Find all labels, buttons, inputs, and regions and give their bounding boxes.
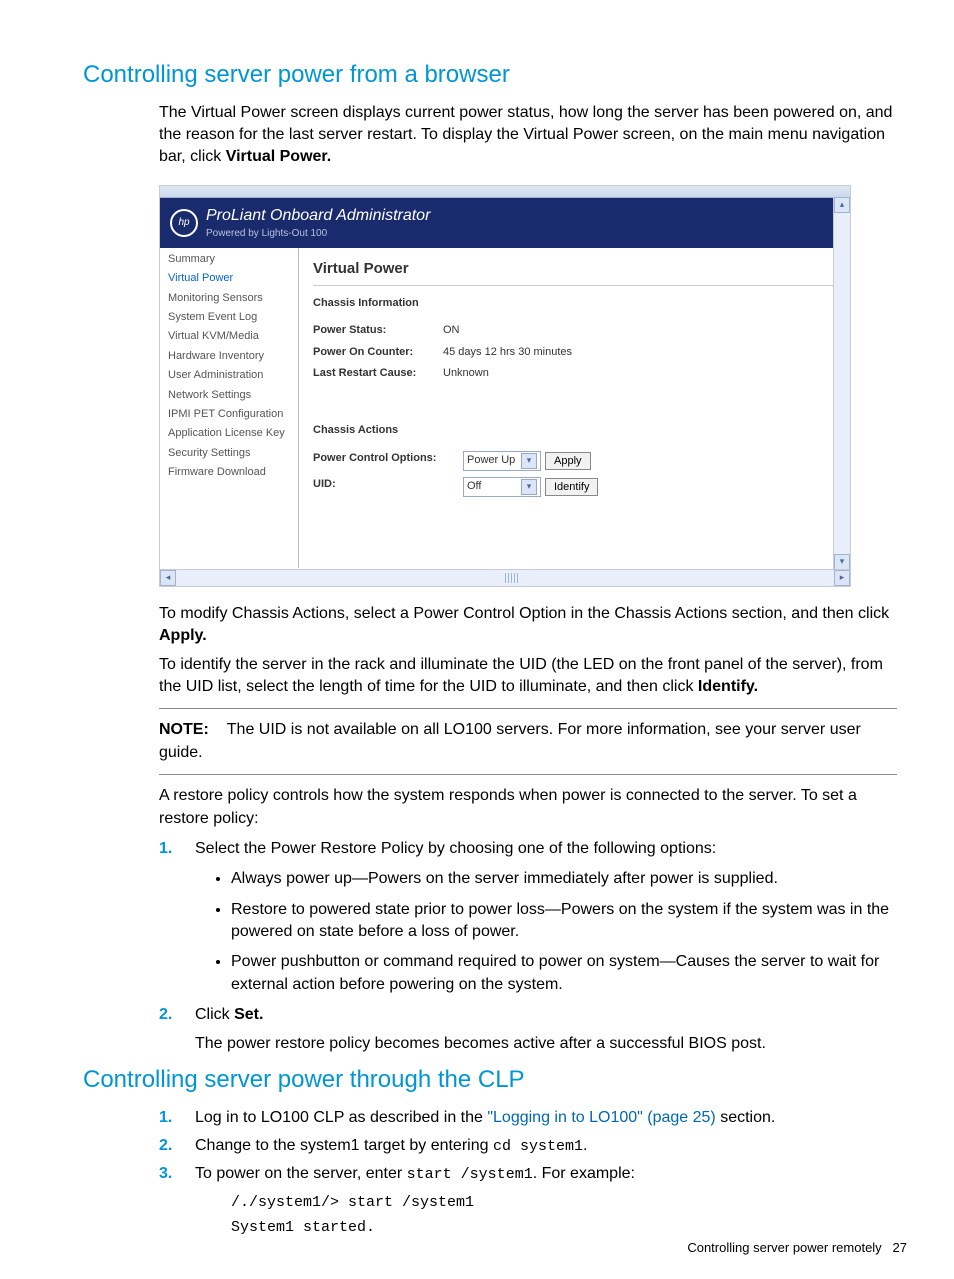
text: Change to the system1 target by entering — [195, 1137, 493, 1154]
value-power-on-counter: 45 days 12 hrs 30 minutes — [443, 345, 572, 360]
chevron-down-icon: ▾ — [521, 453, 537, 469]
intro-bold: Virtual Power. — [226, 148, 332, 165]
heading-clp: Controlling server power through the CLP — [83, 1063, 907, 1097]
code-line-1: /./system1/> start /system1 — [231, 1190, 897, 1216]
code-block: /./system1/> start /system1 System1 star… — [231, 1190, 897, 1241]
section-chassis-info: Chassis Information — [313, 296, 836, 311]
restore-intro: A restore policy controls how the system… — [159, 785, 897, 830]
row-power-control: Power Control Options: Power Up ▾ Apply — [313, 451, 836, 471]
horizontal-scrollbar[interactable]: ◂ ▸ — [160, 569, 850, 586]
para-identify: To identify the server in the rack and i… — [159, 654, 897, 699]
sidebar-nav: Summary Virtual Power Monitoring Sensors… — [160, 248, 299, 568]
step-2-bold: Set. — [234, 1006, 263, 1023]
identify-button[interactable]: Identify — [545, 478, 598, 496]
nav-user-administration[interactable]: User Administration — [160, 366, 298, 385]
step-1-text: Select the Power Restore Policy by choos… — [195, 840, 716, 857]
step-2-after: The power restore policy becomes becomes… — [195, 1033, 897, 1055]
clp-step-2: Change to the system1 target by entering… — [159, 1135, 897, 1157]
code-line-2: System1 started. — [231, 1215, 897, 1241]
heading-browser: Controlling server power from a browser — [83, 58, 907, 92]
text-bold: Apply. — [159, 627, 207, 644]
restore-steps: Select the Power Restore Policy by choos… — [159, 838, 897, 1055]
code-start-system1: start /system1 — [407, 1166, 533, 1183]
row-power-on-counter: Power On Counter: 45 days 12 hrs 30 minu… — [313, 345, 836, 360]
screenshot-virtual-power: hp ProLiant Onboard Administrator Powere… — [159, 185, 851, 587]
text: To power on the server, enter — [195, 1165, 407, 1182]
nav-monitoring-sensors[interactable]: Monitoring Sensors — [160, 289, 298, 308]
label-uid: UID: — [313, 477, 463, 497]
nav-network-settings[interactable]: Network Settings — [160, 386, 298, 405]
link-logging-in[interactable]: "Logging in to LO100" (page 25) — [487, 1109, 715, 1126]
hp-logo-icon: hp — [170, 209, 198, 237]
nav-app-license[interactable]: Application License Key — [160, 424, 298, 443]
row-uid: UID: Off ▾ Identify — [313, 477, 836, 497]
label-last-restart: Last Restart Cause: — [313, 366, 443, 381]
clp-steps: Log in to LO100 CLP as described in the … — [159, 1107, 897, 1241]
page-footer: Controlling server power remotely 27 — [687, 1239, 907, 1257]
select-uid-value: Off — [467, 479, 481, 494]
nav-firmware-download[interactable]: Firmware Download — [160, 463, 298, 482]
main-panel: Virtual Power Chassis Information Power … — [299, 248, 850, 568]
nav-ipmi-pet[interactable]: IPMI PET Configuration — [160, 405, 298, 424]
note-text: The UID is not available on all LO100 se… — [159, 721, 861, 760]
select-power-control[interactable]: Power Up ▾ — [463, 451, 541, 471]
label-power-control: Power Control Options: — [313, 451, 463, 471]
section-chassis-actions: Chassis Actions — [313, 423, 836, 438]
text: section. — [716, 1109, 776, 1126]
nav-system-event-log[interactable]: System Event Log — [160, 308, 298, 327]
row-last-restart: Last Restart Cause: Unknown — [313, 366, 836, 381]
footer-text: Controlling server power remotely — [687, 1240, 881, 1255]
row-power-status: Power Status: ON — [313, 323, 836, 338]
nav-virtual-kvm[interactable]: Virtual KVM/Media — [160, 327, 298, 346]
restore-options: Always power up—Powers on the server imm… — [231, 868, 897, 996]
text: To modify Chassis Actions, select a Powe… — [159, 605, 889, 622]
bullet-restore-state: Restore to powered state prior to power … — [231, 899, 897, 944]
code-cd-system1: cd system1 — [493, 1138, 583, 1155]
scroll-right-icon[interactable]: ▸ — [834, 570, 850, 586]
vertical-scrollbar[interactable]: ▴ ▾ — [833, 197, 850, 570]
label-power-on-counter: Power On Counter: — [313, 345, 443, 360]
nav-security-settings[interactable]: Security Settings — [160, 444, 298, 463]
text: To identify the server in the rack and i… — [159, 656, 883, 695]
scroll-left-icon[interactable]: ◂ — [160, 570, 176, 586]
clp-step-1: Log in to LO100 CLP as described in the … — [159, 1107, 897, 1129]
para-apply: To modify Chassis Actions, select a Powe… — [159, 603, 897, 648]
text: . For example: — [533, 1165, 635, 1182]
scroll-down-icon[interactable]: ▾ — [834, 554, 850, 570]
window-titlebar — [160, 186, 850, 198]
step-2: Click Set. The power restore policy beco… — [159, 1004, 897, 1055]
scroll-grip-icon — [505, 573, 519, 583]
clp-step-3: To power on the server, enter start /sys… — [159, 1163, 897, 1240]
bullet-pushbutton: Power pushbutton or command required to … — [231, 951, 897, 996]
select-power-control-value: Power Up — [467, 453, 515, 468]
text: Log in to LO100 CLP as described in the — [195, 1109, 487, 1126]
app-brand-subtitle: Powered by Lights-Out 100 — [206, 227, 430, 241]
nav-summary[interactable]: Summary — [160, 250, 298, 269]
footer-page-number: 27 — [893, 1240, 907, 1255]
text: . — [583, 1137, 587, 1154]
bullet-always-power-up: Always power up—Powers on the server imm… — [231, 868, 897, 890]
scroll-up-icon[interactable]: ▴ — [834, 197, 850, 213]
label-power-status: Power Status: — [313, 323, 443, 338]
step-2-text: Click — [195, 1006, 234, 1023]
step-1: Select the Power Restore Policy by choos… — [159, 838, 897, 996]
note-block: NOTE:The UID is not available on all LO1… — [159, 719, 897, 764]
chevron-down-icon: ▾ — [521, 479, 537, 495]
app-header: hp ProLiant Onboard Administrator Powere… — [160, 198, 850, 248]
apply-button[interactable]: Apply — [545, 452, 591, 470]
text-bold: Identify. — [698, 678, 758, 695]
divider — [159, 774, 897, 775]
divider — [159, 708, 897, 709]
select-uid[interactable]: Off ▾ — [463, 477, 541, 497]
note-label: NOTE: — [159, 721, 209, 738]
app-brand-title: ProLiant Onboard Administrator — [206, 205, 430, 227]
panel-title: Virtual Power — [313, 258, 836, 286]
nav-virtual-power[interactable]: Virtual Power — [160, 269, 298, 288]
value-last-restart: Unknown — [443, 366, 489, 381]
intro-paragraph: The Virtual Power screen displays curren… — [159, 102, 897, 169]
nav-hardware-inventory[interactable]: Hardware Inventory — [160, 347, 298, 366]
value-power-status: ON — [443, 323, 460, 338]
